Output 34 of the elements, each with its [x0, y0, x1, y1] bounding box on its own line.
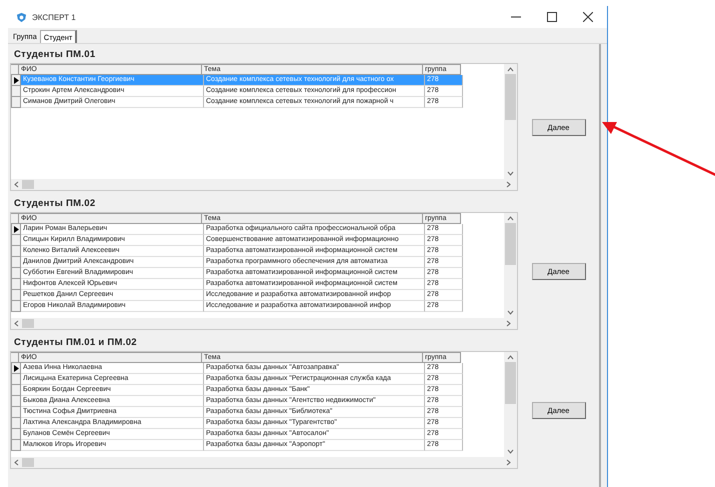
section-title: Студенты ПМ.02 — [13, 197, 96, 211]
scroll-thumb[interactable] — [22, 319, 34, 328]
row-pointer-icon — [14, 76, 18, 84]
scroll-down-icon[interactable] — [507, 171, 514, 176]
vertical-scrollbar[interactable] — [504, 213, 517, 318]
scroll-left-icon[interactable] — [14, 459, 19, 466]
maximize-icon[interactable] — [547, 12, 557, 22]
scroll-thumb[interactable] — [505, 223, 516, 265]
scroll-left-icon[interactable] — [14, 320, 19, 327]
scroll-down-icon[interactable] — [507, 310, 514, 315]
vertical-scrollbar[interactable] — [504, 64, 517, 179]
scroll-thumb[interactable] — [505, 74, 516, 120]
scroll-thumb[interactable] — [22, 458, 34, 467]
scroll-right-icon[interactable] — [506, 181, 511, 188]
scroll-right-icon[interactable] — [506, 459, 511, 466]
scroll-up-icon[interactable] — [507, 216, 514, 221]
row-header[interactable] — [11, 75, 21, 86]
scroll-thumb[interactable] — [505, 362, 516, 404]
scroll-left-icon[interactable] — [14, 181, 19, 188]
row-pointer-icon — [14, 226, 18, 232]
close-icon[interactable] — [583, 12, 593, 22]
scroll-down-icon[interactable] — [507, 449, 514, 454]
section-title: Студенты ПМ.01 — [13, 48, 96, 62]
scroll-up-icon[interactable] — [507, 67, 514, 72]
row-pointer-icon — [14, 364, 18, 372]
scroll-right-icon[interactable] — [506, 320, 511, 327]
row-header[interactable] — [11, 363, 21, 374]
vertical-scrollbar[interactable] — [504, 352, 517, 457]
section-title: Студенты ПМ.01 и ПМ.02 — [13, 336, 138, 350]
row-header[interactable] — [11, 224, 21, 235]
scroll-thumb[interactable] — [22, 180, 34, 189]
scroll-up-icon[interactable] — [507, 355, 514, 360]
shield-icon — [16, 12, 27, 22]
window-title: ЭКСПЕРТ 1 — [32, 12, 76, 22]
